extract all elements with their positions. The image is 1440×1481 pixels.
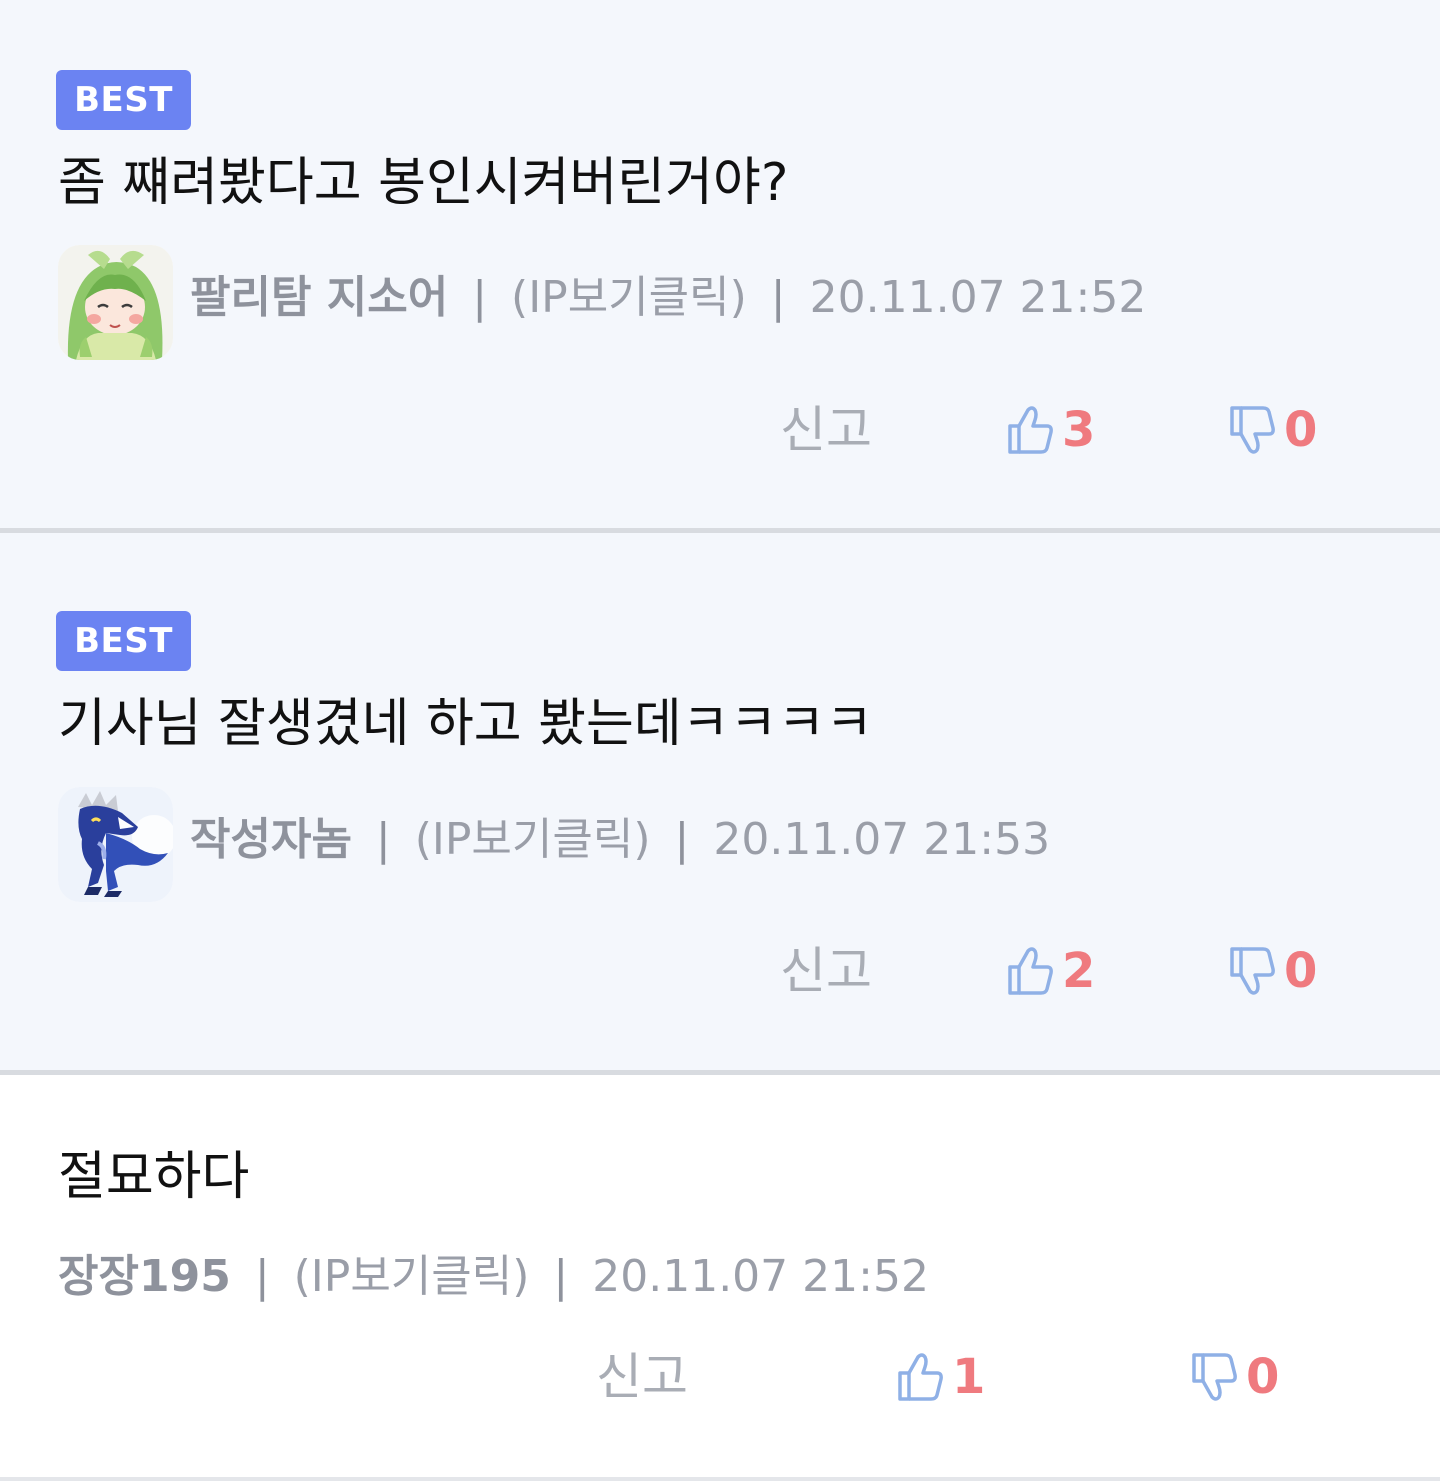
meta-separator: |	[375, 814, 391, 865]
comment-meta: 장장195 | (IP보기클릭) | 20.11.07 21:52	[58, 1247, 929, 1307]
report-button[interactable]: 신고	[596, 1347, 688, 1407]
report-button[interactable]: 신고	[780, 941, 872, 1001]
ip-link[interactable]: (IP보기클릭)	[415, 814, 651, 865]
like-count: 1	[952, 1349, 986, 1405]
user-avatar[interactable]	[58, 245, 173, 360]
meta-separator: |	[674, 814, 690, 865]
comment-timestamp: 20.11.07 21:53	[713, 814, 1051, 865]
comment-text: 기사님 잘생겼네 하고 봤는데ㅋㅋㅋㅋ	[58, 694, 874, 754]
comment: 절묘하다 장장195 | (IP보기클릭) | 20.11.07 21:52 신…	[0, 1075, 1440, 1477]
thumbs-down-icon	[1230, 406, 1275, 454]
comment-list: BEST 좀 쨰려봤다고 봉인시켜버린거야? 팔리탐 지소어 | (IP보기클릭…	[0, 0, 1440, 1481]
like-button[interactable]: 3	[1006, 400, 1095, 460]
thumbs-down-icon	[1192, 1353, 1237, 1401]
dislike-count: 0	[1284, 943, 1318, 999]
dislike-button[interactable]: 0	[1228, 941, 1317, 1001]
dislike-count: 0	[1284, 402, 1318, 458]
comment-text: 좀 쨰려봤다고 봉인시켜버린거야?	[58, 153, 789, 213]
comment-timestamp: 20.11.07 21:52	[592, 1251, 929, 1302]
meta-separator: |	[770, 272, 786, 323]
user-avatar[interactable]	[58, 787, 173, 902]
thumbs-down-icon	[1230, 947, 1275, 995]
best-badge: BEST	[56, 70, 191, 130]
ip-link[interactable]: (IP보기클릭)	[511, 272, 747, 323]
blue-dinosaur-monster-avatar-icon	[58, 787, 173, 902]
comment-meta: 팔리탐 지소어 | (IP보기클릭) | 20.11.07 21:52	[190, 268, 1146, 328]
meta-separator: |	[472, 272, 488, 323]
user-nickname[interactable]: 작성자놈	[190, 814, 352, 865]
like-button[interactable]: 2	[1006, 941, 1095, 1001]
best-comment: BEST 좀 쨰려봤다고 봉인시켜버린거야? 팔리탐 지소어 | (IP보기클릭…	[0, 0, 1440, 528]
thumbs-up-icon	[1008, 406, 1053, 454]
green-haired-anime-girl-avatar-icon	[58, 245, 173, 360]
like-button[interactable]: 1	[896, 1347, 985, 1407]
like-count: 2	[1062, 943, 1096, 999]
user-nickname[interactable]: 장장195	[58, 1251, 231, 1302]
comment-meta: 작성자놈 | (IP보기클릭) | 20.11.07 21:53	[190, 810, 1050, 870]
comment-divider	[0, 1477, 1440, 1481]
like-count: 3	[1062, 402, 1096, 458]
thumbs-up-icon	[898, 1353, 943, 1401]
best-badge: BEST	[56, 611, 191, 671]
ip-link[interactable]: (IP보기클릭)	[294, 1251, 530, 1302]
comment-text: 절묘하다	[58, 1147, 250, 1207]
user-nickname[interactable]: 팔리탐 지소어	[190, 272, 448, 323]
comment-timestamp: 20.11.07 21:52	[809, 272, 1147, 323]
meta-separator: |	[254, 1251, 270, 1302]
dislike-button[interactable]: 0	[1190, 1347, 1279, 1407]
meta-separator: |	[553, 1251, 569, 1302]
best-comment: BEST 기사님 잘생겼네 하고 봤는데ㅋㅋㅋㅋ 작성자놈 | (IP보기클릭)…	[0, 533, 1440, 1070]
report-button[interactable]: 신고	[780, 400, 872, 460]
thumbs-up-icon	[1008, 947, 1053, 995]
dislike-button[interactable]: 0	[1228, 400, 1317, 460]
dislike-count: 0	[1246, 1349, 1280, 1405]
